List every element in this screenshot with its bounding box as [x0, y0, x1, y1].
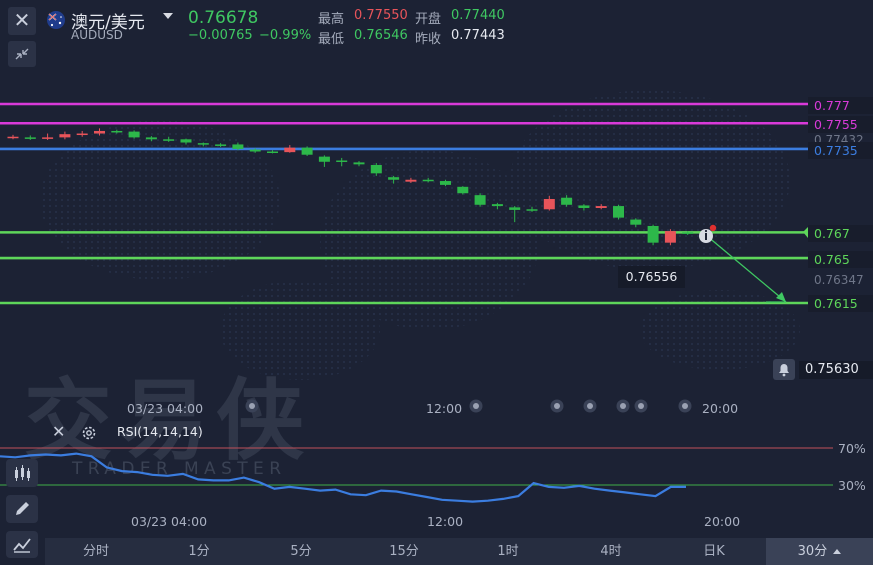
candle-body	[526, 209, 538, 211]
rsi-level-30: 30%	[838, 478, 866, 493]
event-marker-core	[554, 403, 560, 409]
candle-body	[111, 130, 123, 133]
candle-body	[682, 232, 694, 234]
event-marker-core	[638, 403, 644, 409]
chart-screen: 交易侠 TRADER MASTER ✕ 澳元/美元 AUDUSD 0.76678…	[0, 0, 873, 565]
tooltip-price: 0.76556	[618, 266, 685, 288]
indicator-toggle-button[interactable]	[6, 459, 38, 487]
candle-body	[440, 181, 451, 185]
time-label-lower-1: 03/23 04:00	[131, 514, 208, 529]
time-label-lower-2: 12:00	[427, 514, 464, 529]
axis-price-mid: 0.76347	[814, 273, 864, 287]
candle-body	[301, 147, 313, 155]
period-tab-bar: 分时 1分 5分 15分 1时 4时 日K 30分	[45, 538, 873, 565]
rsi-label: RSI(14,14,14)	[117, 424, 203, 439]
candle-body	[145, 137, 157, 140]
candle-body	[664, 231, 676, 243]
candle-body	[128, 131, 140, 138]
candle-body	[284, 147, 296, 153]
candle-body	[543, 199, 555, 210]
candle-body	[42, 137, 54, 139]
candle-body	[491, 204, 503, 207]
candles-icon	[15, 465, 30, 481]
bell-icon	[779, 364, 789, 377]
candle-body	[249, 149, 261, 152]
candle-body	[630, 219, 642, 225]
time-label-upper-1: 03/23 04:00	[127, 401, 204, 416]
info-icon-bar	[705, 233, 707, 240]
candle-body	[647, 225, 659, 243]
candle-body	[267, 151, 278, 154]
level-tag-7735[interactable]: 0.7735	[808, 142, 873, 159]
alert-price-tag: 0.75630	[799, 361, 873, 379]
candle-body	[163, 139, 175, 141]
candle-body	[215, 144, 227, 146]
candle-body	[457, 186, 469, 194]
candle-body	[388, 177, 400, 180]
tab-15min[interactable]: 15分	[368, 538, 440, 565]
candle-body	[94, 130, 105, 134]
tab-30min-label: 30分	[797, 544, 828, 559]
level-tag-765[interactable]: 0.765	[808, 251, 873, 268]
caret-up-icon	[833, 549, 842, 554]
tab-4hour[interactable]: 4时	[575, 538, 647, 565]
trend-line-icon	[13, 538, 31, 553]
pencil-icon	[16, 502, 29, 515]
event-marker-core	[620, 403, 626, 409]
tab-1hour[interactable]: 1时	[472, 538, 544, 565]
rsi-level-70: 70%	[838, 441, 866, 456]
tab-5min[interactable]: 5分	[265, 538, 337, 565]
rsi-settings-icon[interactable]	[80, 424, 98, 442]
level-tag-7755[interactable]: 0.7755	[808, 116, 873, 133]
level-tag-7615[interactable]: 0.7615	[808, 295, 873, 312]
candle-body	[180, 139, 192, 143]
tab-1min[interactable]: 1分	[163, 538, 235, 565]
candle-body	[474, 195, 486, 205]
tab-timeshare[interactable]: 分时	[60, 538, 132, 565]
trend-arrow-head	[776, 292, 786, 302]
alert-bell-button[interactable]	[773, 359, 795, 380]
draw-tool-button[interactable]	[6, 495, 38, 523]
candle-body	[197, 143, 209, 145]
rsi-series-line	[0, 452, 686, 503]
time-label-upper-3: 20:00	[702, 401, 739, 416]
candle-body	[232, 144, 244, 149]
candle-body	[595, 206, 607, 208]
candle-body	[336, 160, 348, 162]
event-marker-core	[249, 403, 255, 409]
candle-body	[578, 205, 590, 208]
candle-body	[370, 164, 382, 174]
candle-body	[76, 133, 88, 136]
candle-body	[353, 162, 365, 165]
candle-body	[422, 179, 434, 182]
tab-daily[interactable]: 日K	[678, 538, 750, 565]
event-marker-core	[473, 403, 479, 409]
candle-body	[561, 197, 573, 205]
candle-body	[59, 134, 71, 138]
candle-body	[509, 207, 521, 210]
price-chart[interactable]	[0, 0, 873, 538]
level-tag-777[interactable]: 0.777	[808, 97, 873, 114]
candle-body	[318, 156, 330, 162]
indicator-button[interactable]	[6, 531, 38, 558]
info-icon-dot	[704, 229, 708, 233]
trend-arrow-line	[706, 235, 787, 303]
level-tag-767[interactable]: 0.767	[808, 225, 873, 242]
candle-body	[405, 179, 417, 182]
time-label-lower-3: 20:00	[704, 514, 741, 529]
candle-body	[7, 136, 19, 139]
alert-dot	[709, 224, 717, 232]
event-marker-core	[587, 403, 593, 409]
time-label-upper-2: 12:00	[426, 401, 463, 416]
rsi-close-icon[interactable]: ✕	[52, 422, 65, 441]
candle-body	[613, 206, 624, 218]
event-marker-core	[682, 403, 688, 409]
candle-body	[24, 137, 36, 139]
tab-30min[interactable]: 30分	[766, 538, 873, 565]
